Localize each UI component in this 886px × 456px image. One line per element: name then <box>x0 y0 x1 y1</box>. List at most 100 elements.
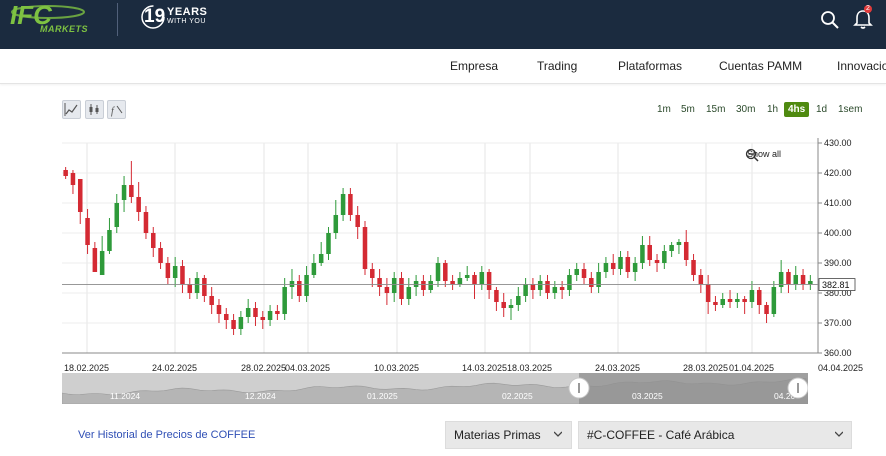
instrument-select[interactable]: #C-COFFEE - Café Arábica <box>578 421 852 449</box>
timeframe-1sem[interactable]: 1sem <box>838 104 862 115</box>
candle-up <box>107 230 112 251</box>
candle-up <box>749 290 755 302</box>
candle-up <box>282 287 287 314</box>
line-chart-button[interactable] <box>62 100 81 119</box>
range-navigator[interactable]: 11.2024 12.2024 01.2025 02.2025 03.2025 04.20 <box>62 373 808 404</box>
x-tick-label: 14.03.2025 <box>462 363 507 373</box>
timeframe-15m[interactable]: 15m <box>706 104 725 115</box>
candle-down <box>129 185 134 197</box>
candle-up <box>304 275 309 296</box>
instrument-select-value: #C-COFFEE - Café Arábica <box>587 428 735 442</box>
candle-down <box>377 278 382 287</box>
x-tick-label: 28.03.2025 <box>683 363 728 373</box>
indicator-button[interactable]: f <box>107 100 126 119</box>
candle-up <box>391 278 397 293</box>
candle-down <box>589 278 594 287</box>
candle-down <box>742 299 747 302</box>
candle-up <box>479 272 485 284</box>
navigator-handle[interactable] <box>787 377 808 399</box>
chevron-down-icon <box>835 431 843 437</box>
candle-down <box>800 275 806 284</box>
years-line1: YEARS <box>167 6 208 18</box>
y-tick-label: 430.00 <box>824 138 852 148</box>
candle-down <box>764 305 769 314</box>
candle-down <box>187 284 193 293</box>
navigator-label: 11.2024 <box>110 391 140 401</box>
candle-up <box>114 203 120 227</box>
y-tick-label: 400.00 <box>824 228 852 238</box>
timeframe-1d[interactable]: 1d <box>816 104 827 115</box>
candle-down <box>143 212 149 233</box>
candle-down <box>253 308 258 317</box>
candle-up <box>720 299 726 305</box>
candle-down <box>77 179 83 212</box>
candle-up <box>238 317 244 329</box>
candle-chart-button[interactable] <box>85 100 104 119</box>
x-tick-label: 04.03.2025 <box>285 363 330 373</box>
candle-down <box>158 248 163 263</box>
nav-item-empresa[interactable]: Empresa <box>450 59 498 73</box>
candle-up <box>311 263 317 275</box>
top-bar: IFC MARKETS 19 YEARS WITH YOU 2 <box>0 0 886 49</box>
notification-badge: 2 <box>864 5 872 13</box>
x-tick-label: 18.02.2025 <box>64 363 109 373</box>
navigator-label: 01.2025 <box>367 391 398 401</box>
candle-up <box>676 242 682 245</box>
nav-item-trading[interactable]: Trading <box>537 59 577 73</box>
category-select[interactable]: Materias Primas <box>445 421 572 449</box>
candle-down <box>727 299 733 302</box>
candle-up <box>428 281 433 290</box>
timeframe-1h[interactable]: 1h <box>767 104 778 115</box>
nav-item-plataformas[interactable]: Plataformas <box>618 59 682 73</box>
show-all-button[interactable]: Show all <box>747 149 781 159</box>
candle-down <box>786 272 791 284</box>
candle-up <box>326 233 331 254</box>
candle-up <box>662 251 667 263</box>
years-number: 19 <box>144 6 166 27</box>
x-tick-label: 04.04.2025 <box>818 363 863 373</box>
timeframe-5m[interactable]: 5m <box>681 104 695 115</box>
price-history-link[interactable]: Ver Historial de Precios de COFFEE <box>78 429 255 441</box>
header-divider <box>117 3 118 36</box>
candle-down <box>275 311 280 314</box>
candle-down <box>698 275 704 284</box>
nav-item-cuentas-pamm[interactable]: Cuentas PAMM <box>719 59 802 73</box>
candle-up <box>808 281 813 284</box>
timeframe-4hs[interactable]: 4hs <box>784 102 810 117</box>
y-tick-label: 370.00 <box>824 318 852 328</box>
candle-down <box>370 269 375 278</box>
x-tick-label: 10.03.2025 <box>374 363 419 373</box>
navigator-label: 03.2025 <box>632 391 663 401</box>
years-text: YEARS WITH YOU <box>167 7 207 27</box>
candle-up <box>793 275 799 284</box>
candle-up <box>632 263 638 272</box>
candle-down <box>472 275 477 284</box>
candle-down <box>683 242 689 260</box>
candle-down <box>136 197 141 212</box>
timeframe-1m[interactable]: 1m <box>657 104 671 115</box>
candle-up <box>318 254 324 263</box>
fx-icon: f <box>111 105 123 117</box>
y-tick-label: 420.00 <box>824 168 852 178</box>
candle-down <box>92 248 98 272</box>
candle-down <box>581 269 587 278</box>
candle-down <box>713 302 718 305</box>
nav-item-innovacion[interactable]: Innovacion <box>837 59 886 73</box>
timeframe-30m[interactable]: 30m <box>736 104 755 115</box>
candle-up <box>574 269 579 275</box>
navigator-handle[interactable] <box>568 377 590 399</box>
candle-up <box>640 245 645 263</box>
navigator-label: 12.2024 <box>245 391 276 401</box>
y-tick-label: 410.00 <box>824 198 852 208</box>
candle-down <box>224 314 229 320</box>
search-icon[interactable] <box>820 10 840 30</box>
candle-up <box>567 275 572 290</box>
candle-up <box>457 278 463 284</box>
years-line2: WITH YOU <box>167 18 206 25</box>
current-price-label: 382.81 <box>822 280 850 290</box>
candle-up <box>340 194 346 215</box>
candle-down <box>348 194 353 215</box>
price-chart[interactable]: 18.02.2025 24.02.2025 28.02.202504.03.2025… <box>0 130 886 374</box>
x-tick-label: 01.04.2025 <box>729 363 774 373</box>
candle-down <box>216 305 222 314</box>
